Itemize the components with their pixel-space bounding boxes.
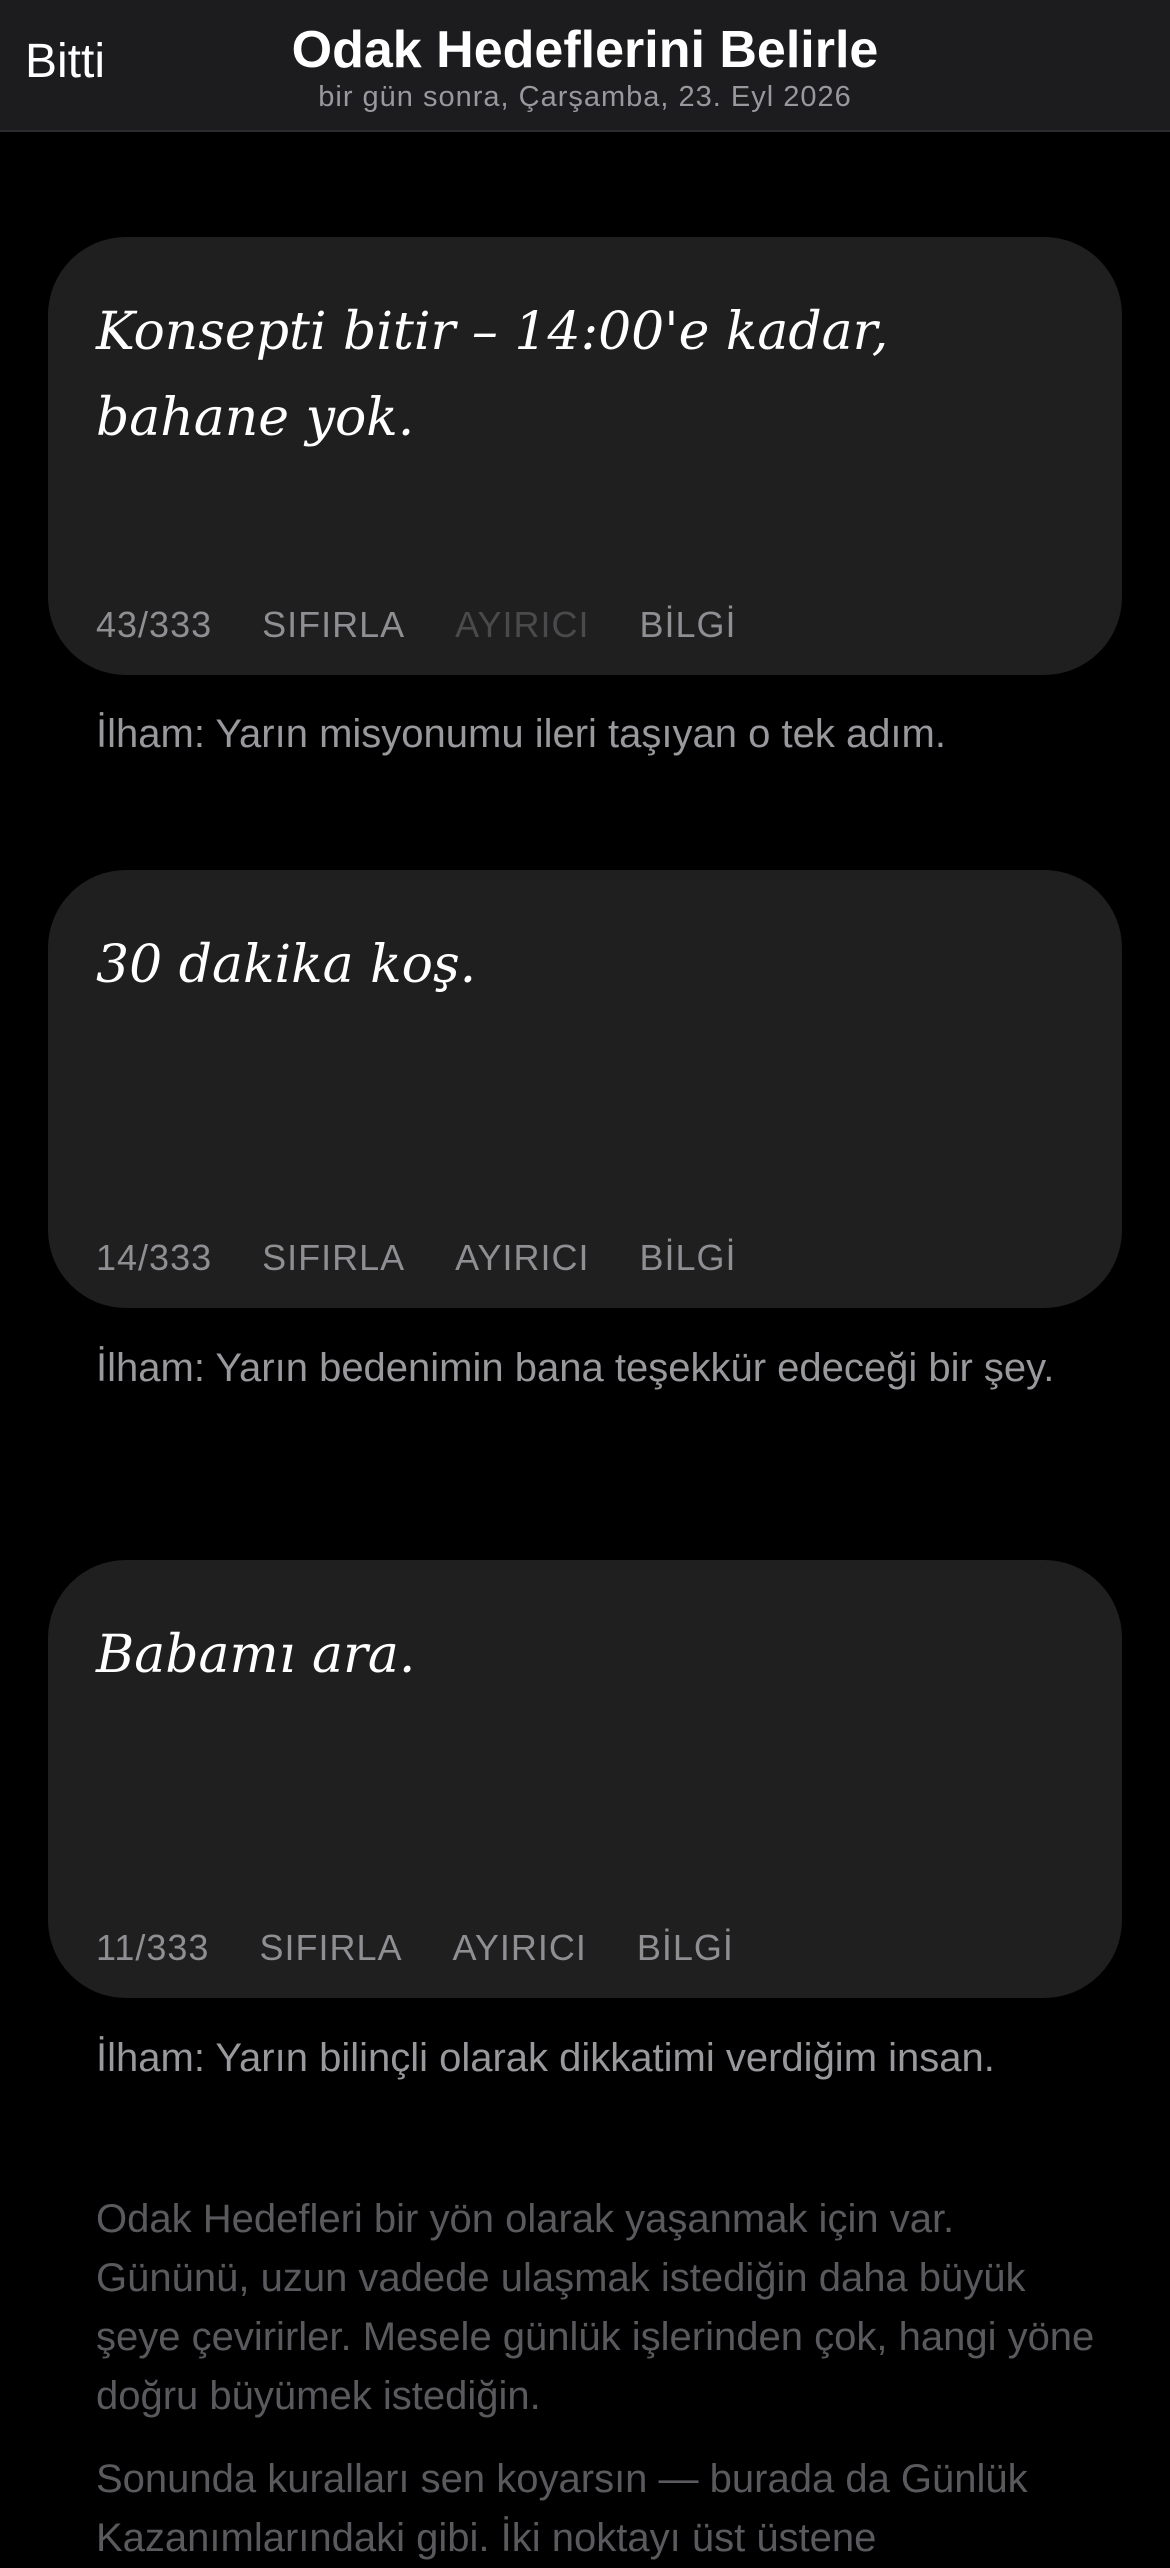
page-subtitle: bir gün sonra, Çarşamba, 23. Eyl 2026	[318, 81, 852, 113]
goal-card-2[interactable]: 30 dakika koş. 14/333 SIFIRLA AYIRICI Bİ…	[48, 870, 1122, 1308]
goal-card-footer: 14/333 SIFIRLA AYIRICI BİLGİ	[96, 1234, 787, 1282]
inspiration-text: İlham: Yarın misyonumu ileri taşıyan o t…	[96, 712, 946, 756]
goal-card-1[interactable]: Konsepti bitir – 14:00'e kadar, bahane y…	[48, 237, 1122, 675]
info-paragraph: Odak Hedefleri bir yön olarak yaşanmak i…	[96, 2197, 1095, 2418]
divider-button[interactable]: AYIRICI	[455, 604, 589, 646]
goal-text-input[interactable]: Konsepti bitir – 14:00'e kadar, bahane y…	[96, 289, 1056, 461]
character-count: 43/333	[96, 604, 213, 645]
info-button[interactable]: BİLGİ	[640, 604, 737, 646]
page-title: Odak Hedeflerini Belirle	[291, 21, 879, 79]
info-button[interactable]: BİLGİ	[637, 1927, 734, 1969]
divider-button[interactable]: AYIRICI	[452, 1927, 586, 1969]
character-count: 11/333	[96, 1927, 210, 1968]
navigation-bar: Bitti Odak Hedeflerini Belirle bir gün s…	[0, 0, 1170, 132]
reset-button[interactable]: SIFIRLA	[262, 1237, 405, 1279]
inspiration-text: İlham: Yarın bilinçli olarak dikkatimi v…	[96, 2036, 995, 2080]
info-paragraph: Sonunda kuralları sen koyarsın — burada …	[96, 2457, 1028, 2560]
divider-button[interactable]: AYIRICI	[455, 1237, 589, 1279]
character-count: 14/333	[96, 1237, 213, 1278]
goal-card-3[interactable]: Babamı ara. 11/333 SIFIRLA AYIRICI BİLGİ	[48, 1560, 1122, 1998]
goal-card-footer: 11/333 SIFIRLA AYIRICI BİLGİ	[96, 1924, 784, 1972]
reset-button[interactable]: SIFIRLA	[262, 604, 405, 646]
goal-text-input[interactable]: Babamı ara.	[96, 1612, 1056, 1698]
inspiration-text: İlham: Yarın bedenimin bana teşekkür ede…	[96, 1346, 1055, 1390]
reset-button[interactable]: SIFIRLA	[259, 1927, 402, 1969]
goal-text-input[interactable]: 30 dakika koş.	[96, 922, 1056, 1008]
goal-card-footer: 43/333 SIFIRLA AYIRICI BİLGİ	[96, 601, 787, 649]
info-button[interactable]: BİLGİ	[640, 1237, 737, 1279]
